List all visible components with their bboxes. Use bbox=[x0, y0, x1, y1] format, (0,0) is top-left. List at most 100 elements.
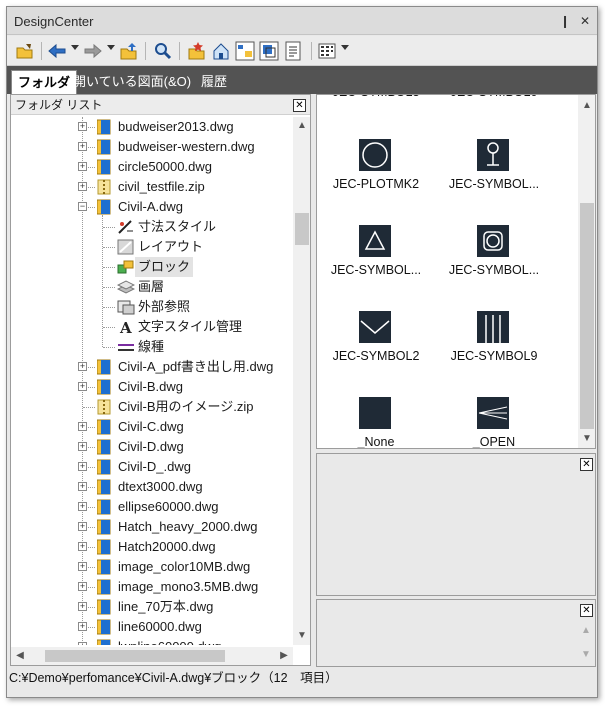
expand-icon[interactable]: + bbox=[78, 142, 87, 151]
tree-item[interactable]: + budweiser2013.dwg bbox=[11, 117, 293, 137]
toolbar bbox=[7, 36, 597, 66]
dwg-icon bbox=[96, 639, 111, 645]
tree-item[interactable]: + image_color10MB.dwg bbox=[11, 557, 293, 577]
home-icon[interactable] bbox=[211, 41, 231, 61]
tree-item[interactable]: + Hatch_heavy_2000.dwg bbox=[11, 517, 293, 537]
tab-open-drawings[interactable]: 開いている図面(&O) bbox=[67, 70, 197, 94]
expand-icon[interactable]: + bbox=[78, 462, 87, 471]
tree-item[interactable]: + circle50000.dwg bbox=[11, 157, 293, 177]
views-icon[interactable] bbox=[317, 41, 337, 61]
expand-icon[interactable]: + bbox=[78, 362, 87, 371]
tree-item[interactable]: + ellipse60000.dwg bbox=[11, 497, 293, 517]
forward-dropdown-icon[interactable] bbox=[107, 45, 115, 50]
scroll-up-icon[interactable]: ▲ bbox=[293, 117, 310, 135]
description-close-icon[interactable]: ✕ bbox=[580, 604, 593, 617]
tree-item[interactable]: + civil_testfile.zip bbox=[11, 177, 293, 197]
scroll-up-icon[interactable]: ▲ bbox=[578, 97, 595, 115]
expand-icon[interactable]: + bbox=[78, 602, 87, 611]
views-dropdown-icon[interactable] bbox=[341, 45, 349, 50]
tree-item[interactable]: + Hatch20000.dwg bbox=[11, 537, 293, 557]
block-label: JEC-SYMBOL9 bbox=[450, 349, 538, 363]
tree-child-item[interactable]: A 文字スタイル管理 bbox=[11, 317, 293, 337]
scroll-thumb[interactable] bbox=[580, 203, 594, 429]
tree-item[interactable]: + Civil-D_.dwg bbox=[11, 457, 293, 477]
expand-icon[interactable]: + bbox=[78, 482, 87, 491]
tree-item[interactable]: + line60000.dwg bbox=[11, 617, 293, 637]
tab-history[interactable]: 履歴 bbox=[195, 70, 233, 94]
block-item[interactable]: _None bbox=[317, 397, 435, 448]
expand-icon[interactable]: + bbox=[78, 582, 87, 591]
favorites-icon[interactable] bbox=[187, 41, 207, 61]
expand-icon[interactable]: + bbox=[78, 562, 87, 571]
tree-toggle-icon[interactable] bbox=[235, 41, 255, 61]
load-icon[interactable] bbox=[15, 41, 35, 61]
expand-icon[interactable]: + bbox=[78, 622, 87, 631]
back-icon[interactable] bbox=[47, 41, 67, 61]
block-item[interactable]: JEC-SYMBOL9 bbox=[435, 311, 553, 391]
tree-item-label: レイアウト bbox=[138, 239, 204, 254]
scroll-left-icon[interactable]: ◀ bbox=[11, 647, 29, 665]
tree-child-item[interactable]: 外部参照 bbox=[11, 297, 293, 317]
expand-icon[interactable]: + bbox=[78, 542, 87, 551]
up-folder-icon[interactable] bbox=[119, 41, 139, 61]
expand-icon[interactable]: + bbox=[78, 162, 87, 171]
folder-list-vscrollbar[interactable]: ▲ ▼ bbox=[293, 117, 310, 645]
tree-child-item[interactable]: ブロック bbox=[11, 257, 293, 277]
scroll-down-icon[interactable]: ▼ bbox=[578, 430, 595, 448]
tree-item[interactable]: + image_mono3.5MB.dwg bbox=[11, 577, 293, 597]
block-item[interactable]: JEC-PLOTMK2 bbox=[317, 139, 435, 219]
expand-icon[interactable]: + bbox=[78, 642, 87, 645]
expand-icon[interactable]: + bbox=[78, 382, 87, 391]
scroll-thumb[interactable] bbox=[295, 213, 309, 245]
tree-item[interactable]: Civil-B用のイメージ.zip bbox=[11, 397, 293, 417]
search-icon[interactable] bbox=[153, 41, 173, 61]
scroll-down-icon[interactable]: ▼ bbox=[577, 646, 595, 664]
collapse-icon[interactable]: − bbox=[78, 202, 87, 211]
preview-toggle-icon[interactable] bbox=[259, 41, 279, 61]
expand-icon[interactable]: + bbox=[78, 442, 87, 451]
pin-symbol-icon bbox=[477, 139, 509, 171]
title-bar[interactable]: DesignCenter ❙ ✕ bbox=[7, 7, 597, 35]
tree-item[interactable]: − Civil-A.dwg bbox=[11, 197, 293, 217]
dwg-icon bbox=[96, 199, 111, 215]
tree-item[interactable]: + dtext3000.dwg bbox=[11, 477, 293, 497]
scroll-right-icon[interactable]: ▶ bbox=[275, 647, 293, 665]
block-item[interactable]: JEC-SYMBOL... bbox=[435, 225, 553, 305]
preview-close-icon[interactable]: ✕ bbox=[580, 458, 593, 471]
forward-icon[interactable] bbox=[83, 41, 103, 61]
block-item[interactable]: JEC-SYMBOL... bbox=[317, 225, 435, 305]
expand-icon[interactable]: + bbox=[78, 522, 87, 531]
scroll-up-icon[interactable]: ▲ bbox=[577, 622, 595, 640]
tree-item[interactable]: + Civil-B.dwg bbox=[11, 377, 293, 397]
hscroll-thumb[interactable] bbox=[45, 650, 225, 662]
tree-item-label: line_70万本.dwg bbox=[118, 599, 214, 614]
tree-item[interactable]: + budweiser-western.dwg bbox=[11, 137, 293, 157]
folder-list-hscrollbar[interactable]: ◀ ▶ bbox=[11, 647, 293, 665]
back-dropdown-icon[interactable] bbox=[71, 45, 79, 50]
tree-item[interactable]: + lwpline60000.dwg bbox=[11, 637, 293, 645]
block-label: JEC-SYMBOL2 bbox=[332, 349, 420, 363]
tree-child-item[interactable]: 線種 bbox=[11, 337, 293, 357]
folder-list-close-icon[interactable]: ✕ bbox=[293, 99, 306, 112]
tree-item[interactable]: + line_70万本.dwg bbox=[11, 597, 293, 617]
expand-icon[interactable]: + bbox=[78, 182, 87, 191]
tree-item[interactable]: + Civil-D.dwg bbox=[11, 437, 293, 457]
expand-icon[interactable]: + bbox=[78, 502, 87, 511]
close-icon[interactable]: ✕ bbox=[577, 13, 593, 29]
tree-item[interactable]: + Civil-A_pdf書き出し用.dwg bbox=[11, 357, 293, 377]
tree-item[interactable]: + Civil-C.dwg bbox=[11, 417, 293, 437]
description-toggle-icon[interactable] bbox=[283, 41, 303, 61]
block-item[interactable]: _OPEN bbox=[435, 397, 553, 448]
content-vscrollbar[interactable]: ▲ ▼ bbox=[578, 95, 595, 448]
block-item[interactable]: JEC-SYMBOL... bbox=[435, 139, 553, 219]
tree-child-item[interactable]: 寸法スタイル bbox=[11, 217, 293, 237]
description-vscrollbar[interactable]: ▲ ▼ bbox=[577, 620, 595, 666]
pin-icon[interactable]: ❙ bbox=[557, 13, 573, 29]
expand-icon[interactable]: + bbox=[78, 422, 87, 431]
block-item[interactable]: JEC-SYMBOL2 bbox=[317, 311, 435, 391]
tree-child-item[interactable]: 画層 bbox=[11, 277, 293, 297]
expand-icon[interactable]: + bbox=[78, 122, 87, 131]
xref-icon bbox=[117, 299, 135, 315]
tree-child-item[interactable]: レイアウト bbox=[11, 237, 293, 257]
scroll-down-icon[interactable]: ▼ bbox=[293, 627, 310, 645]
